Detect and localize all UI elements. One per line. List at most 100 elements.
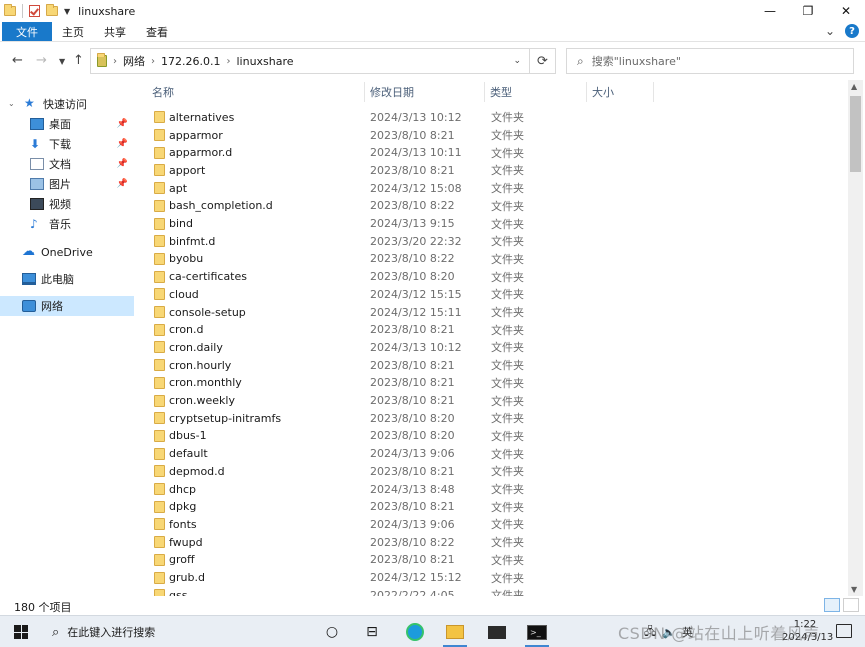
column-divider[interactable]: [653, 82, 654, 102]
column-header-date[interactable]: 修改日期: [370, 80, 480, 104]
sidebar-item-documents[interactable]: 文档 📌: [0, 154, 134, 174]
sidebar-item-pictures[interactable]: 图片 📌: [0, 174, 134, 194]
column-divider[interactable]: [586, 82, 587, 102]
cortana-icon[interactable]: ○: [312, 617, 352, 647]
forward-arrow-icon[interactable]: →: [36, 53, 47, 68]
list-item[interactable]: apparmor 2023/8/10 8:21 文件夹: [140, 126, 540, 144]
file-explorer-icon[interactable]: [435, 617, 475, 647]
sidebar-item-quick-access[interactable]: ★ 快速访问: [0, 94, 134, 114]
sidebar-item-onedrive[interactable]: ☁ OneDrive: [0, 242, 134, 262]
file-name: cron.hourly: [169, 358, 232, 372]
list-item[interactable]: cron.daily 2024/3/13 10:12 文件夹: [140, 339, 540, 357]
list-item[interactable]: cron.monthly 2023/8/10 8:21 文件夹: [140, 374, 540, 392]
list-item[interactable]: byobu 2023/8/10 8:22 文件夹: [140, 250, 540, 268]
column-divider[interactable]: [364, 82, 365, 102]
breadcrumb-share[interactable]: linuxshare: [236, 55, 293, 68]
scrollbar-thumb[interactable]: [850, 96, 861, 172]
list-item[interactable]: cron.weekly 2023/8/10 8:21 文件夹: [140, 392, 540, 410]
column-divider[interactable]: [484, 82, 485, 102]
file-date: 2023/8/10 8:21: [370, 358, 455, 372]
sidebar-item-label: 下载: [49, 138, 71, 151]
breadcrumb-network[interactable]: 网络: [123, 53, 145, 69]
details-view-icon[interactable]: [824, 598, 840, 612]
taskbar-search-input[interactable]: ⌕ 在此键入进行搜索: [44, 617, 312, 647]
list-item[interactable]: bash_completion.d 2023/8/10 8:22 文件夹: [140, 197, 540, 215]
edge-browser-icon[interactable]: [395, 617, 435, 647]
breadcrumb-host[interactable]: 172.26.0.1: [161, 55, 220, 68]
refresh-button[interactable]: ⟳: [530, 48, 556, 74]
file-date: 2024/3/13 8:48: [370, 482, 455, 496]
column-header-size[interactable]: 大小: [592, 80, 652, 104]
tab-file[interactable]: 文件: [2, 22, 52, 41]
back-arrow-icon[interactable]: ←: [12, 53, 23, 68]
column-header-type[interactable]: 类型: [490, 80, 580, 104]
sidebar-item-network[interactable]: 网络: [0, 296, 134, 316]
column-header-name[interactable]: 名称: [152, 80, 362, 104]
sidebar-item-music[interactable]: ♪ 音乐: [0, 214, 134, 234]
file-name: cloud: [169, 287, 199, 301]
list-item[interactable]: bind 2024/3/13 9:15 文件夹: [140, 215, 540, 233]
list-item[interactable]: dhcp 2024/3/13 8:48 文件夹: [140, 480, 540, 498]
tab-view[interactable]: 查看: [136, 22, 178, 41]
sidebar-item-this-pc[interactable]: 此电脑: [0, 269, 134, 289]
folder-icon: [154, 571, 165, 584]
scroll-up-icon[interactable]: ▲: [851, 82, 857, 91]
vertical-scrollbar[interactable]: ▲ ▼: [848, 80, 863, 596]
list-item[interactable]: console-setup 2024/3/12 15:11 文件夹: [140, 303, 540, 321]
task-view-icon[interactable]: ⊟: [352, 617, 392, 647]
list-item[interactable]: grub.d 2024/3/12 15:12 文件夹: [140, 569, 540, 587]
close-button[interactable]: ✕: [827, 0, 865, 22]
address-bar[interactable]: › 网络 › 172.26.0.1 › linuxshare ⌄: [90, 48, 530, 74]
list-item[interactable]: groff 2023/8/10 8:21 文件夹: [140, 551, 540, 569]
list-item[interactable]: default 2024/3/13 9:06 文件夹: [140, 445, 540, 463]
terminal-icon[interactable]: >_: [517, 617, 557, 647]
list-item[interactable]: dpkg 2023/8/10 8:21 文件夹: [140, 498, 540, 516]
list-item[interactable]: dbus-1 2023/8/10 8:20 文件夹: [140, 427, 540, 445]
sidebar-item-videos[interactable]: 视频: [0, 194, 134, 214]
list-item[interactable]: binfmt.d 2023/3/20 22:32 文件夹: [140, 232, 540, 250]
large-icons-view-icon[interactable]: [843, 598, 859, 612]
notification-icon[interactable]: [836, 624, 852, 638]
sidebar-item-downloads[interactable]: ⬇ 下载 📌: [0, 134, 134, 154]
list-item[interactable]: fonts 2024/3/13 9:06 文件夹: [140, 516, 540, 534]
list-item[interactable]: ca-certificates 2023/8/10 8:20 文件夹: [140, 268, 540, 286]
list-item[interactable]: apt 2024/3/12 15:08 文件夹: [140, 179, 540, 197]
properties-icon[interactable]: [29, 5, 40, 17]
list-item[interactable]: alternatives 2024/3/13 10:12 文件夹: [140, 109, 540, 127]
help-icon[interactable]: ?: [845, 24, 859, 38]
folder-icon: [154, 359, 165, 372]
sidebar-item-desktop[interactable]: 桌面 📌: [0, 114, 134, 134]
list-item[interactable]: cron.d 2023/8/10 8:21 文件夹: [140, 321, 540, 339]
chevron-right-icon[interactable]: ›: [113, 56, 117, 67]
list-item[interactable]: cloud 2024/3/12 15:15 文件夹: [140, 286, 540, 304]
list-item[interactable]: depmod.d 2023/8/10 8:21 文件夹: [140, 463, 540, 481]
file-name: bind: [169, 217, 193, 231]
chevron-down-icon[interactable]: ⌄: [513, 56, 521, 66]
status-bar: 180 个项目: [0, 596, 865, 614]
search-input[interactable]: ⌕ 搜索"linuxshare": [566, 48, 854, 74]
tab-home[interactable]: 主页: [52, 22, 94, 41]
expand-ribbon-icon[interactable]: ⌄: [825, 24, 835, 38]
file-date: 2023/8/10 8:20: [370, 411, 455, 425]
recent-locations-icon[interactable]: ▼: [59, 57, 65, 66]
minimize-button[interactable]: —: [751, 0, 789, 22]
tab-share[interactable]: 共享: [94, 22, 136, 41]
list-item[interactable]: fwupd 2023/8/10 8:22 文件夹: [140, 533, 540, 551]
sidebar-item-label: 此电脑: [41, 273, 74, 286]
chevron-right-icon[interactable]: ›: [151, 56, 155, 67]
mail-icon[interactable]: [477, 617, 517, 647]
chevron-right-icon[interactable]: ›: [226, 56, 230, 67]
list-item[interactable]: cron.hourly 2023/8/10 8:21 文件夹: [140, 356, 540, 374]
list-item[interactable]: apparmor.d 2024/3/13 10:11 文件夹: [140, 144, 540, 162]
customize-toolbar-caret-icon[interactable]: ▼: [64, 7, 70, 16]
search-placeholder: 搜索"linuxshare": [591, 55, 681, 68]
maximize-button[interactable]: ❐: [789, 0, 827, 22]
new-folder-icon[interactable]: [46, 4, 58, 16]
list-item[interactable]: gss 2022/2/22 4:05 文件夹: [140, 586, 540, 596]
list-item[interactable]: apport 2023/8/10 8:21 文件夹: [140, 162, 540, 180]
windows-start-icon[interactable]: [14, 625, 28, 639]
up-arrow-icon[interactable]: ↑: [73, 53, 84, 68]
folder-icon: [154, 199, 165, 212]
scroll-down-icon[interactable]: ▼: [851, 585, 857, 594]
list-item[interactable]: cryptsetup-initramfs 2023/8/10 8:20 文件夹: [140, 409, 540, 427]
